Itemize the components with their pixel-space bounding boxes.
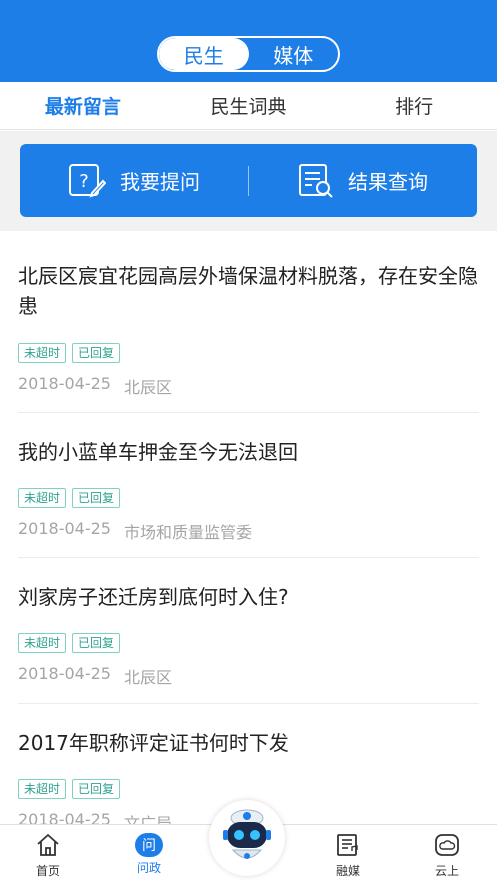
robot-icon xyxy=(217,804,277,872)
segment-minsheng[interactable]: 民生 xyxy=(159,38,249,70)
item-date: 2018-04-25 xyxy=(18,664,111,683)
badge-not-overdue: 未超时 xyxy=(18,488,67,508)
item-badges: 未超时 已回复 xyxy=(18,779,121,799)
badge-not-overdue: 未超时 xyxy=(18,633,67,653)
action-section: ? 我要提问 结果查询 xyxy=(0,131,497,231)
item-meta: 2018-04-25 北辰区 xyxy=(18,374,172,398)
result-query-button[interactable]: 结果查询 xyxy=(249,163,477,199)
action-card: ? 我要提问 结果查询 xyxy=(20,144,477,217)
segment-switch: 民生 媒体 xyxy=(157,36,340,72)
badge-not-overdue: 未超时 xyxy=(18,343,67,363)
nav-wenzheng-label: 问政 xyxy=(136,861,161,875)
message-list: 北辰区宸宜花园高层外墙保温材料脱落，存在安全隐患 未超时 已回复 2018-04… xyxy=(0,231,497,849)
nav-home-label: 首页 xyxy=(35,864,60,878)
item-badges: 未超时 已回复 xyxy=(18,488,121,508)
badge-replied: 已回复 xyxy=(72,779,121,799)
item-badges: 未超时 已回复 xyxy=(18,343,121,363)
nav-home[interactable]: 首页 xyxy=(18,833,78,879)
item-department: 市场和质量监管委 xyxy=(123,523,252,542)
svg-text:?: ? xyxy=(79,171,89,192)
nav-wenzheng[interactable]: 问 问政 xyxy=(119,833,179,876)
wenzheng-icon: 问 xyxy=(135,833,163,857)
result-query-label: 结果查询 xyxy=(348,170,428,194)
badge-replied: 已回复 xyxy=(72,633,121,653)
home-icon xyxy=(35,833,61,860)
tab-bar: 最新留言 民生词典 排行 xyxy=(0,82,497,130)
item-date: 2018-04-25 xyxy=(18,374,111,393)
item-title: 刘家房子还迁房到底何时入住? xyxy=(18,585,289,609)
segment-meiti[interactable]: 媒体 xyxy=(249,38,339,70)
item-meta: 2018-04-25 市场和质量监管委 xyxy=(18,519,252,543)
badge-replied: 已回复 xyxy=(72,343,121,363)
cloud-icon xyxy=(434,833,460,860)
tab-dictionary[interactable]: 民生词典 xyxy=(166,82,332,129)
item-meta: 2018-04-25 北辰区 xyxy=(18,664,172,688)
badge-not-overdue: 未超时 xyxy=(18,779,67,799)
item-badges: 未超时 已回复 xyxy=(18,633,121,653)
app-header: 民生 媒体 xyxy=(0,0,497,82)
robot-assistant-button[interactable] xyxy=(209,800,285,876)
item-date: 2018-04-25 xyxy=(18,519,111,538)
tab-latest-messages[interactable]: 最新留言 xyxy=(0,82,166,129)
item-department: 北辰区 xyxy=(123,378,172,397)
list-item[interactable]: 刘家房子还迁房到底何时入住? 未超时 已回复 2018-04-25 北辰区 xyxy=(18,558,479,704)
list-item[interactable]: 我的小蓝单车押金至今无法退回 未超时 已回复 2018-04-25 市场和质量监… xyxy=(18,413,479,558)
nav-rongmei-label: 融媒 xyxy=(335,864,360,878)
ask-question-icon: ? xyxy=(68,163,106,199)
nav-rongmei[interactable]: 融媒 xyxy=(318,833,378,879)
media-icon xyxy=(335,833,361,860)
item-title: 北辰区宸宜花园高层外墙保温材料脱落，存在安全隐患 xyxy=(18,264,478,318)
ask-question-label: 我要提问 xyxy=(120,170,200,194)
nav-yunshang[interactable]: 云上 xyxy=(417,833,477,879)
item-title: 我的小蓝单车押金至今无法退回 xyxy=(18,440,298,464)
tab-ranking[interactable]: 排行 xyxy=(331,82,497,129)
ask-question-button[interactable]: ? 我要提问 xyxy=(20,163,248,199)
item-title: 2017年职称评定证书何时下发 xyxy=(18,731,289,755)
badge-replied: 已回复 xyxy=(72,488,121,508)
document-search-icon xyxy=(298,163,334,199)
nav-yunshang-label: 云上 xyxy=(434,864,459,878)
list-item[interactable]: 北辰区宸宜花园高层外墙保温材料脱落，存在安全隐患 未超时 已回复 2018-04… xyxy=(18,231,479,413)
item-department: 北辰区 xyxy=(123,668,172,687)
